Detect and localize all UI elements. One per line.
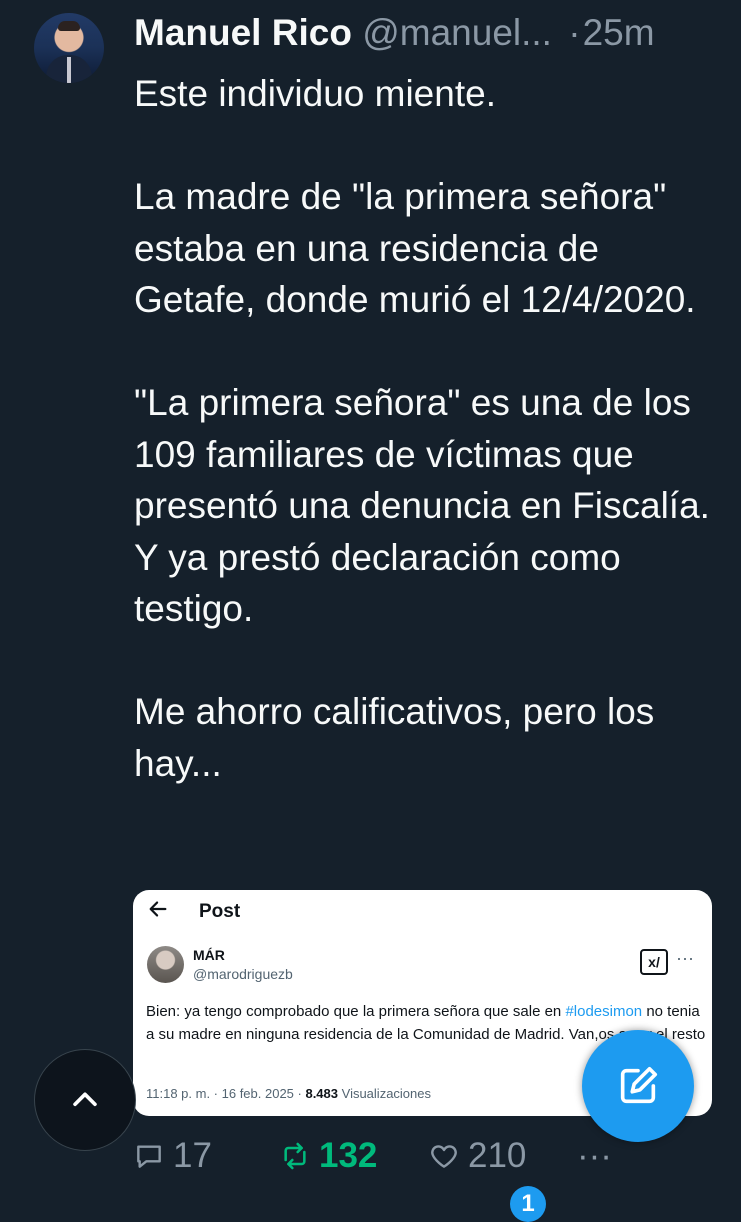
retweet-count: 132 bbox=[319, 1136, 378, 1175]
retweet-button[interactable]: 132 bbox=[279, 1136, 377, 1176]
avatar-hair bbox=[58, 21, 80, 31]
reply-count: 17 bbox=[173, 1136, 212, 1175]
header-separator: · bbox=[568, 12, 581, 53]
like-count: 210 bbox=[468, 1136, 527, 1175]
reply-button[interactable]: 17 bbox=[133, 1136, 212, 1176]
embedded-meta: 11:18 p. m. · 16 feb. 2025 · 8.483 Visua… bbox=[146, 1086, 431, 1101]
reply-icon bbox=[137, 1145, 161, 1168]
arrow-left-icon bbox=[147, 898, 169, 927]
grok-icon: x/ bbox=[640, 949, 668, 975]
compose-icon bbox=[620, 1066, 658, 1104]
compose-button[interactable] bbox=[582, 1030, 694, 1142]
embedded-timestamp: 11:18 p. m. · 16 feb. 2025 · bbox=[146, 1086, 306, 1101]
tweet-actions: 17 132 210 ··· bbox=[133, 1136, 733, 1180]
embedded-text-part: Bien: ya tengo comprobado que la primera… bbox=[146, 1003, 566, 1020]
tweet-header: Manuel Rico @manuel... ·25m bbox=[134, 10, 734, 56]
embedded-post-title: Post bbox=[199, 901, 241, 922]
tweet-time[interactable]: 25m bbox=[583, 12, 655, 53]
embedded-views-label: Visualizaciones bbox=[338, 1086, 431, 1101]
author-avatar[interactable] bbox=[34, 13, 104, 83]
scroll-to-top-button[interactable] bbox=[34, 1049, 136, 1151]
embedded-more-icon: ··· bbox=[676, 948, 694, 968]
more-button[interactable]: ··· bbox=[577, 1136, 612, 1176]
like-button[interactable]: 210 bbox=[428, 1136, 526, 1176]
tweet-paragraph: Me ahorro calificativos, pero los hay... bbox=[134, 691, 655, 784]
author-handle[interactable]: @manuel... bbox=[362, 12, 552, 53]
embedded-views-count: 8.483 bbox=[305, 1086, 339, 1101]
avatar-tie bbox=[67, 57, 71, 83]
tweet-paragraph: Este individuo miente. bbox=[134, 73, 496, 114]
embedded-hashtag: #lodesimon bbox=[565, 1003, 643, 1020]
tweet-paragraph: "La primera señora" es una de los 109 fa… bbox=[134, 382, 710, 629]
chevron-up-icon bbox=[73, 1092, 97, 1107]
tweet-paragraph: La madre de "la primera señora" estaba e… bbox=[134, 176, 696, 320]
author-name[interactable]: Manuel Rico bbox=[134, 12, 352, 53]
tweet-text: Este individuo miente. La madre de "la p… bbox=[134, 68, 724, 789]
more-icon: ··· bbox=[577, 1136, 612, 1175]
embedded-author-name: MÁR bbox=[193, 947, 225, 963]
embedded-avatar bbox=[147, 946, 184, 983]
embedded-author-handle: @marodriguezb bbox=[193, 966, 293, 982]
heart-icon bbox=[431, 1145, 457, 1168]
notification-badge[interactable]: 1 bbox=[510, 1186, 546, 1222]
retweet-icon bbox=[284, 1142, 306, 1170]
